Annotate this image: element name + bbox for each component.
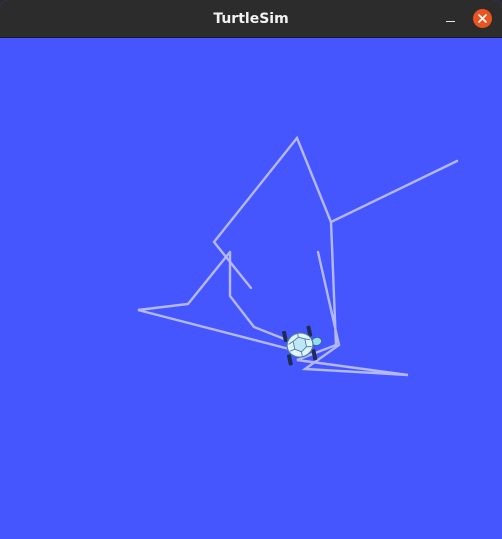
window-title: TurtleSim: [213, 11, 289, 27]
close-icon: [478, 14, 487, 23]
turtle-leg: [286, 354, 293, 366]
minimize-button[interactable]: [441, 8, 461, 30]
drawing-surface: [137, 135, 459, 377]
close-button[interactable]: [473, 9, 492, 28]
turtle-canvas: [0, 38, 502, 539]
turtlesim-window: TurtleSim: [0, 0, 502, 539]
minimize-icon: [446, 21, 455, 22]
title-bar[interactable]: TurtleSim: [0, 0, 502, 38]
trail-segment: [137, 250, 299, 353]
turtle-leg: [281, 330, 288, 343]
trail-segment: [212, 135, 333, 290]
trail-segment: [228, 250, 299, 346]
